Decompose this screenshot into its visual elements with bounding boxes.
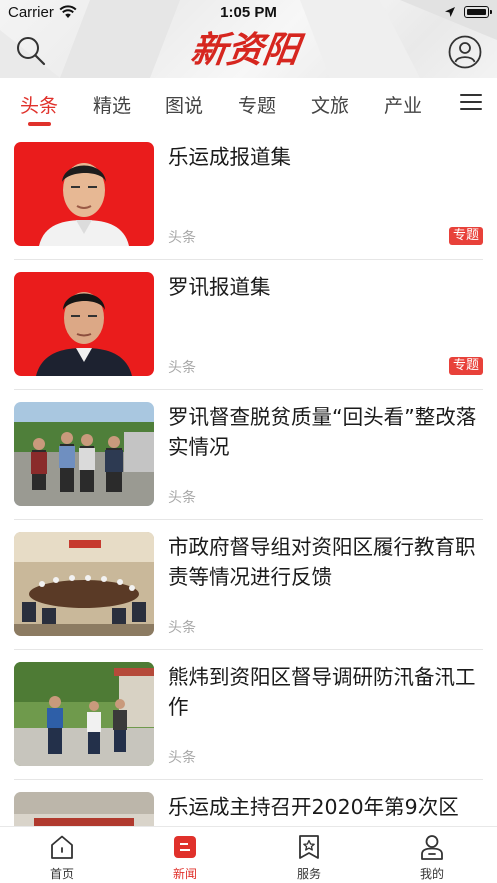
search-icon[interactable] [14, 34, 48, 68]
news-title: 罗讯督查脱贫质量“回头看”整改落实情况 [168, 405, 477, 459]
tab-headlines[interactable]: 头条 [20, 91, 58, 118]
nav-label: 我的 [419, 867, 444, 881]
home-icon [51, 835, 73, 859]
news-title: 熊炜到资阳区督导调研防汛备汛工作 [168, 665, 476, 719]
service-bookmark-icon [299, 835, 319, 859]
app-logo: 新资阳 [188, 28, 307, 71]
news-source: 头条 [168, 620, 196, 636]
news-source: 头条 [168, 750, 196, 766]
news-source: 头条 [168, 360, 196, 376]
nav-label: 新闻 [172, 867, 197, 881]
list-item[interactable]: 乐运成报道集 头条 专题 [0, 130, 497, 260]
topic-badge: 专题 [448, 227, 483, 245]
battery-icon [464, 6, 492, 18]
nav-service[interactable]: 服务 [269, 833, 349, 882]
news-thumbnail [14, 532, 154, 636]
list-item[interactable]: 罗讯报道集 头条 专题 [0, 260, 497, 390]
tab-featured[interactable]: 精选 [93, 91, 131, 118]
nav-mine[interactable]: 我的 [392, 833, 472, 882]
nav-label: 服务 [296, 867, 321, 881]
bottom-navigation: 首页 新闻 服务 我的 [0, 826, 497, 883]
user-icon [421, 835, 443, 860]
news-thumbnail [14, 402, 154, 506]
list-item[interactable]: 罗讯督查脱贫质量“回头看”整改落实情况 头条 [0, 390, 497, 520]
news-thumbnail [14, 792, 154, 826]
news-title: 市政府督导组对资阳区履行教育职责等情况进行反馈 [168, 535, 476, 589]
list-item[interactable]: 市政府督导组对资阳区履行教育职责等情况进行反馈 头条 [0, 520, 497, 650]
user-circle-icon[interactable] [447, 34, 483, 70]
tab-pictures[interactable]: 图说 [165, 91, 203, 118]
tab-industry[interactable]: 产业 [384, 91, 422, 118]
news-title: 乐运成报道集 [168, 145, 291, 169]
tab-culture-tourism[interactable]: 文旅 [311, 91, 349, 118]
tab-topics[interactable]: 专题 [238, 91, 276, 118]
news-source: 头条 [168, 230, 196, 246]
nav-label: 首页 [49, 867, 74, 881]
channel-tabs: 头条 精选 图说 专题 文旅 产业 [0, 78, 497, 130]
list-item[interactable]: 熊炜到资阳区督导调研防汛备汛工作 头条 [0, 650, 497, 780]
news-thumbnail [14, 662, 154, 766]
news-title: 罗讯报道集 [168, 275, 271, 299]
nav-home[interactable]: 首页 [22, 833, 102, 882]
svg-text:新资阳: 新资阳 [188, 28, 307, 71]
menu-icon[interactable] [460, 94, 482, 114]
news-icon [174, 836, 196, 858]
news-thumbnail [14, 142, 154, 246]
status-indicators [444, 6, 492, 18]
active-tab-indicator [28, 122, 51, 126]
news-title: 乐运成主持召开2020年第9次区委常委会议 [168, 795, 459, 826]
top-header: Carrier 1:05 PM 新资阳 [0, 0, 497, 78]
list-item[interactable]: 乐运成主持召开2020年第9次区委常委会议 [0, 780, 497, 826]
news-thumbnail [14, 272, 154, 376]
news-list: 乐运成报道集 头条 专题 罗讯报道集 头条 专题 罗讯督查脱贫质量“回头看”整改… [0, 130, 497, 826]
location-arrow-icon [445, 7, 455, 17]
topic-badge: 专题 [448, 357, 483, 375]
status-time: 1:05 PM [220, 4, 277, 21]
nav-news[interactable]: 新闻 [145, 833, 225, 882]
news-source: 头条 [168, 490, 196, 506]
